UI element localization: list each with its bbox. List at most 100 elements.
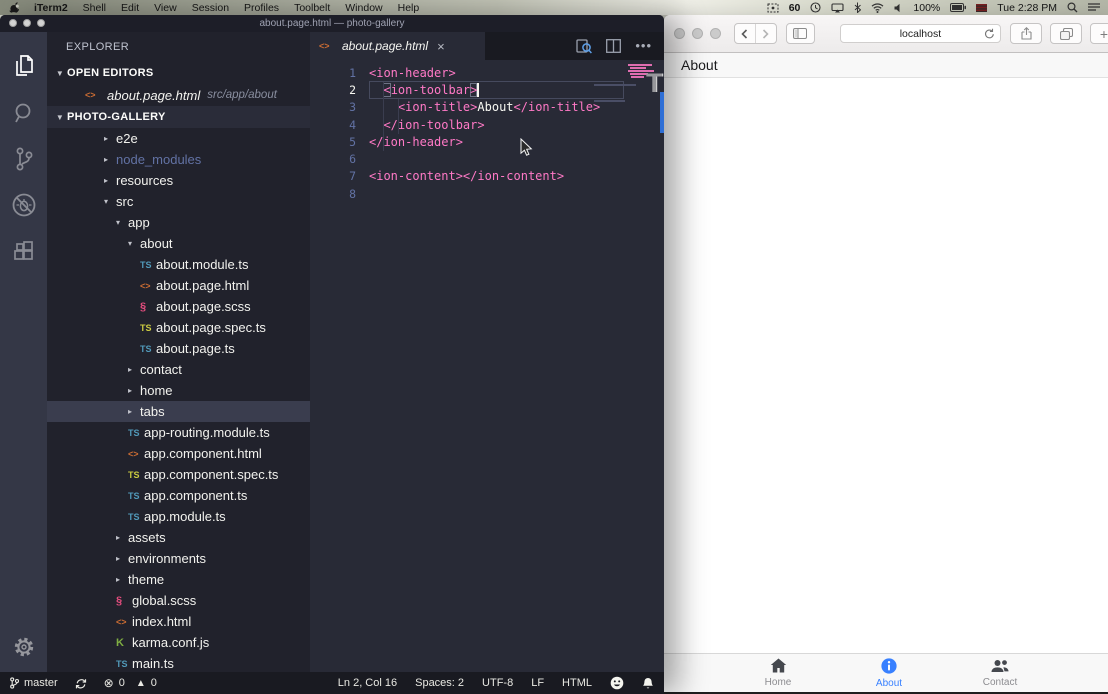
tree-item[interactable]: ▸ resources [47,170,310,191]
volume-icon[interactable] [894,3,903,13]
publish-sync-icon[interactable] [74,677,88,690]
vscode-zoom-button[interactable] [37,19,45,27]
airplay-icon[interactable] [831,3,844,13]
editor-tab[interactable]: <> about.page.html × [310,32,485,60]
cursor-position-indicator[interactable]: Ln 2, Col 16 [338,677,397,689]
tree-item[interactable]: TS app.component.spec.ts [47,464,310,485]
vscode-title-bar[interactable]: about.page.html — photo-gallery [0,15,664,32]
feedback-smiley-icon[interactable] [610,676,624,690]
tree-item[interactable]: ▸ environments [47,548,310,569]
code-line[interactable]: 4 </ion-toolbar> [310,116,664,133]
wifi-icon[interactable] [871,3,884,13]
language-mode-indicator[interactable]: HTML [562,677,592,689]
tab-label: Contact [983,678,1017,688]
sidebar-toggle-button[interactable] [786,23,815,44]
bluetooth-icon[interactable] [854,2,861,13]
battery-icon[interactable] [950,3,966,12]
menu-item-edit[interactable]: Edit [121,2,139,14]
source-control-icon[interactable] [1,136,47,182]
tree-item[interactable]: <> app.component.html [47,443,310,464]
tree-item[interactable]: TS about.page.spec.ts [47,317,310,338]
tree-item-label: environments [128,551,206,566]
safari-zoom-button[interactable] [710,28,721,39]
git-branch-indicator[interactable]: master [10,677,58,689]
vscode-minimize-button[interactable] [23,19,31,27]
menu-item-iterm2[interactable]: iTerm2 [34,2,68,14]
code-line[interactable]: 3 <ion-title>About</ion-title> [310,99,664,116]
address-bar[interactable]: localhost [840,24,1001,43]
tree-item[interactable]: ▾ about [47,233,310,254]
tree-item[interactable]: TS about.page.ts [47,338,310,359]
tree-item[interactable]: TS app-routing.module.ts [47,422,310,443]
input-source-icon[interactable] [976,4,987,12]
tree-item[interactable]: TS about.module.ts [47,254,310,275]
spotlight-icon[interactable] [1067,2,1078,13]
screen-capture-icon[interactable] [767,3,779,13]
tree-item[interactable]: ▸ assets [47,527,310,548]
menu-clock-label[interactable]: Tue 2:28 PM [997,2,1057,14]
recorder-60-icon[interactable]: 60 [789,2,801,14]
explorer-icon[interactable] [1,44,47,90]
code-line[interactable]: 7 <ion-content></ion-content> [310,168,664,185]
menu-item-window[interactable]: Window [345,2,382,14]
tree-item[interactable]: ▸ theme [47,569,310,590]
tree-item[interactable]: ▸ home [47,380,310,401]
tree-item[interactable]: ▸ tabs [47,401,310,422]
tree-item[interactable]: TS app.component.ts [47,485,310,506]
tree-item[interactable]: <> index.html [47,611,310,632]
encoding-indicator[interactable]: UTF-8 [482,677,513,689]
open-preview-icon[interactable] [576,39,592,54]
settings-gear-icon[interactable] [0,636,47,658]
tab-overview-icon[interactable] [1050,23,1082,44]
notifications-bell-icon[interactable] [642,677,654,690]
safari-close-button[interactable] [674,28,685,39]
menu-item-shell[interactable]: Shell [83,2,106,14]
code-line[interactable]: 6 [310,150,664,167]
tab-button[interactable]: Contact [945,654,1056,692]
vscode-close-button[interactable] [9,19,17,27]
tree-item[interactable]: ▸ e2e [47,128,310,149]
safari-minimize-button[interactable] [692,28,703,39]
clock-menu-icon[interactable] [810,2,821,13]
code-line[interactable]: 5 </ion-header> [310,133,664,150]
tree-item[interactable]: K karma.conf.js [47,632,310,653]
tree-item[interactable]: TS app.module.ts [47,506,310,527]
indentation-indicator[interactable]: Spaces: 2 [415,677,464,689]
more-actions-icon[interactable]: ••• [635,41,652,51]
menu-item-profiles[interactable]: Profiles [244,2,279,14]
tree-item[interactable]: ▾ app [47,212,310,233]
tree-item[interactable]: ▾ src [47,191,310,212]
code-line[interactable]: 8 [310,185,664,202]
code-editor[interactable]: 1 <ion-header> 2 <ion-toolbar> 3 <ion-ti… [310,60,664,672]
code-line[interactable]: 2 <ion-toolbar> [310,81,664,98]
menu-item-session[interactable]: Session [192,2,229,14]
search-icon[interactable] [1,90,47,136]
share-icon[interactable] [1010,23,1042,44]
tab-button[interactable]: Home [723,654,834,692]
tree-item[interactable]: ▸ node_modules [47,149,310,170]
apple-menu-icon[interactable] [9,2,19,13]
back-button[interactable] [735,24,755,43]
extensions-icon[interactable] [1,228,47,274]
new-tab-button[interactable]: + [1090,23,1108,44]
open-editor-entry[interactable]: <> about.page.html src/app/about [47,84,310,106]
tree-item[interactable]: TS main.ts [47,653,310,672]
menu-item-toolbelt[interactable]: Toolbelt [294,2,330,14]
split-editor-icon[interactable] [606,39,621,53]
debug-icon[interactable] [1,182,47,228]
tree-item[interactable]: § about.page.scss [47,296,310,317]
menu-item-help[interactable]: Help [398,2,420,14]
tree-item[interactable]: <> about.page.html [47,275,310,296]
problems-indicator[interactable]: ⊗ 0 ▲ 0 [104,676,157,690]
forward-button[interactable] [755,24,776,43]
tab-button[interactable]: About [834,654,945,692]
tree-item[interactable]: § global.scss [47,590,310,611]
open-editors-header[interactable]: ▼ OPEN EDITORS [47,62,310,84]
eol-indicator[interactable]: LF [531,677,544,689]
project-root-header[interactable]: ▼ PHOTO-GALLERY [47,106,310,128]
code-line[interactable]: 1 <ion-header> [310,64,664,81]
tree-item[interactable]: ▸ contact [47,359,310,380]
notification-center-icon[interactable] [1088,3,1100,12]
menu-item-view[interactable]: View [154,2,177,14]
close-tab-icon[interactable]: × [437,39,445,54]
